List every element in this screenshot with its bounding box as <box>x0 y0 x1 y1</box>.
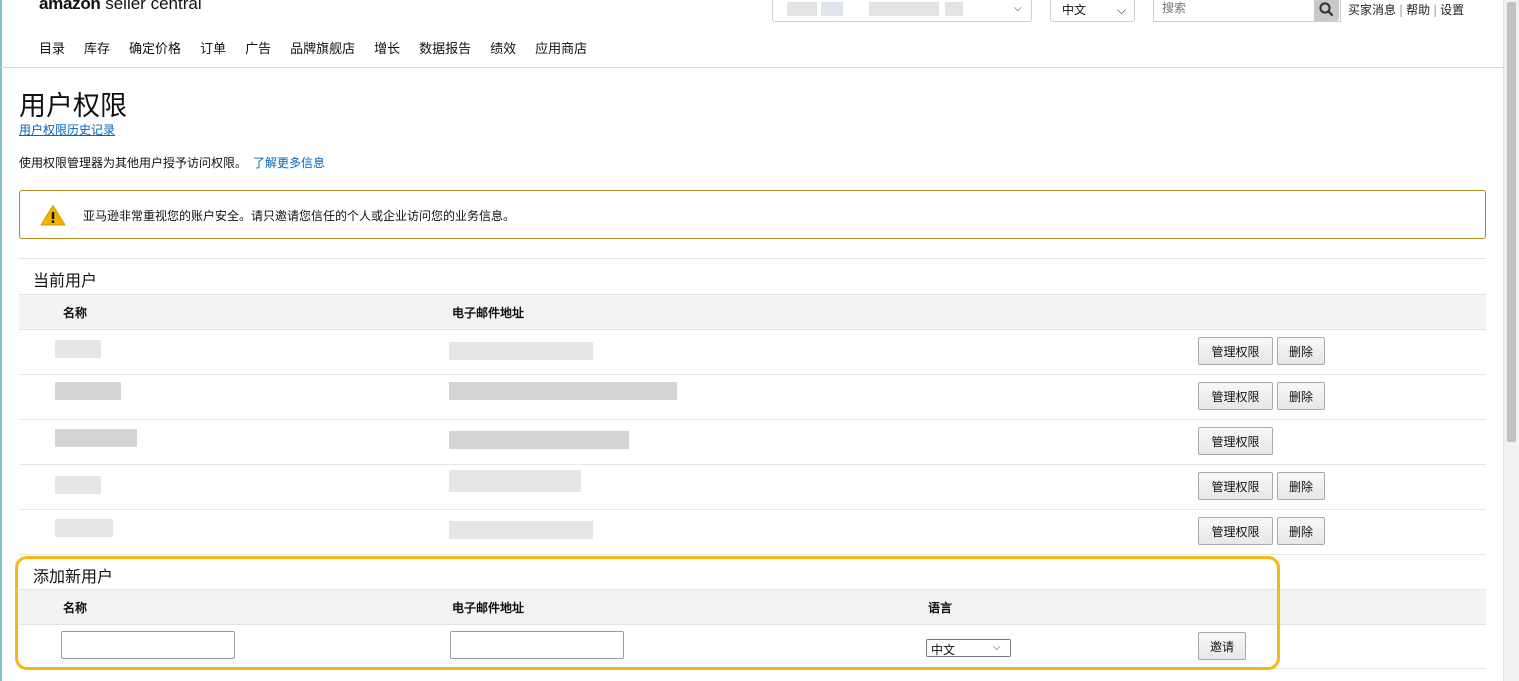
table-row: 管理权限 删除 <box>19 509 1486 555</box>
buyer-messages-link[interactable]: 买家消息 <box>1348 3 1396 17</box>
current-users-title: 当前用户 <box>33 271 98 290</box>
scrollbar-thumb[interactable] <box>1507 2 1516 442</box>
redacted-text <box>821 2 843 16</box>
nav-item-growth[interactable]: 增长 <box>374 42 400 57</box>
search-field[interactable] <box>1153 0 1341 22</box>
manage-permissions-button[interactable]: 管理权限 <box>1198 337 1273 365</box>
language-select[interactable]: 中文 ⌵ <box>1050 0 1135 22</box>
table-row: 管理权限 删除 <box>19 464 1486 510</box>
help-link[interactable]: 帮助 <box>1406 3 1430 17</box>
nav-item-stores[interactable]: 品牌旗舰店 <box>290 42 355 57</box>
nav-item-pricing[interactable]: 确定价格 <box>129 42 181 57</box>
add-user-highlight-box <box>15 556 1280 670</box>
redacted-name <box>55 429 137 447</box>
amazon-seller-central-logo[interactable]: amazon seller central <box>39 0 202 14</box>
search-input[interactable] <box>1160 0 1314 16</box>
current-users-header: 名称 电子邮件地址 <box>19 294 1486 330</box>
nav-item-catalog[interactable]: 目录 <box>39 42 65 57</box>
page-scrollbar[interactable] <box>1503 0 1519 681</box>
search-button[interactable] <box>1314 0 1339 21</box>
redacted-text <box>787 2 817 16</box>
section-divider <box>19 258 1486 259</box>
intro-sentence: 使用权限管理器为其他用户授予访问权限。 <box>19 156 248 170</box>
redacted-name <box>55 519 113 537</box>
delete-button[interactable]: 删除 <box>1277 382 1325 410</box>
table-row: 管理权限 <box>19 419 1486 465</box>
redacted-email <box>449 382 677 400</box>
delete-button[interactable]: 删除 <box>1277 472 1325 500</box>
nav-item-performance[interactable]: 绩效 <box>490 42 516 57</box>
nav-item-orders[interactable]: 订单 <box>200 42 226 57</box>
nav-item-reports[interactable]: 数据报告 <box>419 42 471 57</box>
redacted-name <box>55 382 121 400</box>
language-select-value: 中文 <box>1062 3 1087 17</box>
nav-item-appstore[interactable]: 应用商店 <box>535 42 587 57</box>
redacted-name <box>55 340 101 358</box>
column-header-name: 名称 <box>63 306 88 320</box>
redacted-email <box>449 342 593 360</box>
manage-permissions-button[interactable]: 管理权限 <box>1198 427 1273 455</box>
redacted-email <box>449 431 629 449</box>
delete-button[interactable]: 删除 <box>1277 337 1325 365</box>
redacted-name <box>55 476 101 494</box>
manage-permissions-button[interactable]: 管理权限 <box>1198 472 1273 500</box>
search-icon <box>1319 2 1334 17</box>
permission-history-link[interactable]: 用户权限历史记录 <box>19 121 115 138</box>
page-title: 用户权限 <box>19 91 127 122</box>
column-header-email: 电子邮件地址 <box>452 306 525 320</box>
manage-permissions-button[interactable]: 管理权限 <box>1198 382 1273 410</box>
table-row: 管理权限 删除 <box>19 329 1486 375</box>
chevron-down-icon: ⌵ <box>1014 3 1022 14</box>
learn-more-link[interactable]: 了解更多信息 <box>253 156 325 170</box>
nav-item-advertising[interactable]: 广告 <box>245 42 271 57</box>
redacted-email <box>449 521 593 539</box>
manage-permissions-button[interactable]: 管理权限 <box>1198 517 1273 545</box>
top-links: 买家消息 | 帮助 | 设置 <box>1348 3 1465 17</box>
alert-text: 亚马逊非常重视您的账户安全。请只邀请您信任的个人或企业访问您的业务信息。 <box>83 209 516 223</box>
main-nav: 目录 库存 确定价格 订单 广告 品牌旗舰店 增长 数据报告 绩效 应用商店 <box>39 38 606 57</box>
settings-link[interactable]: 设置 <box>1440 3 1464 17</box>
intro-text: 使用权限管理器为其他用户授予访问权限。 了解更多信息 <box>19 154 325 171</box>
redacted-email <box>449 470 581 492</box>
warning-icon <box>40 205 66 226</box>
page-left-edge <box>0 0 2 681</box>
chevron-down-icon: ⌵ <box>1117 3 1127 17</box>
nav-item-inventory[interactable]: 库存 <box>84 42 110 57</box>
redacted-text <box>945 2 963 16</box>
header-divider <box>0 67 1504 68</box>
table-row: 管理权限 删除 <box>19 374 1486 420</box>
delete-button[interactable]: 删除 <box>1277 517 1325 545</box>
security-alert: 亚马逊非常重视您的账户安全。请只邀请您信任的个人或企业访问您的业务信息。 <box>19 190 1486 239</box>
redacted-text <box>869 2 939 16</box>
account-selector[interactable]: ⌵ <box>772 0 1032 22</box>
